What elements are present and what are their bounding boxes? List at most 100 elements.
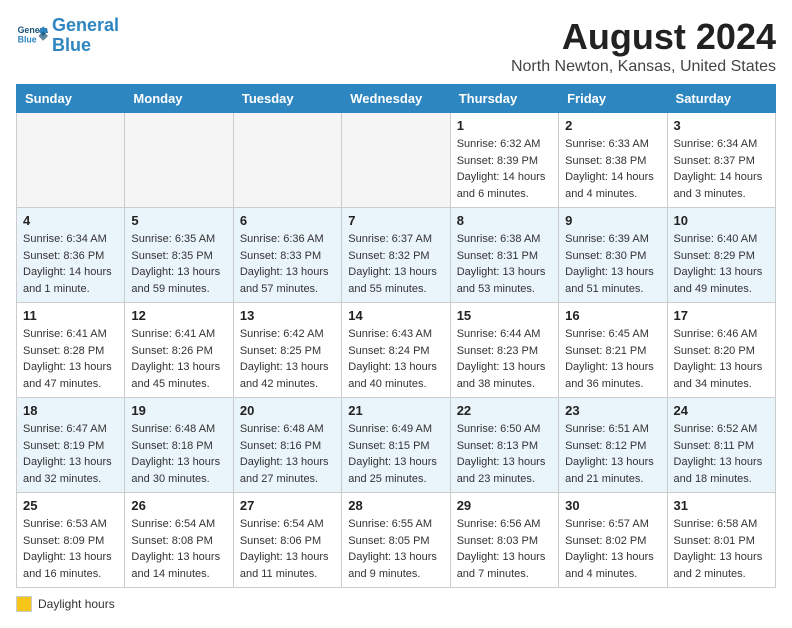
calendar-week-2: 4Sunrise: 6:34 AMSunset: 8:36 PMDaylight… — [17, 208, 776, 303]
day-number: 6 — [240, 213, 335, 228]
calendar-cell — [342, 113, 450, 208]
day-info: Sunrise: 6:37 AMSunset: 8:32 PMDaylight:… — [348, 231, 443, 297]
calendar-cell: 31 Sunrise: 6:58 AMSunset: 8:01 PMDayligh… — [667, 493, 775, 588]
calendar-header-row: SundayMondayTuesdayWednesdayThursdayFrid… — [17, 85, 776, 113]
day-info: Sunrise: 6:49 AMSunset: 8:15 PMDaylight:… — [348, 421, 443, 487]
day-number: 30 — [565, 498, 660, 513]
calendar-cell: 11Sunrise: 6:41 AMSunset: 8:28 PMDayligh… — [17, 303, 125, 398]
day-number: 12 — [131, 308, 226, 323]
calendar-week-1: 1 Sunrise: 6:32 AMSunset: 8:39 PMDaylight… — [17, 113, 776, 208]
day-info: Sunrise: 6:35 AMSunset: 8:35 PMDaylight:… — [131, 231, 226, 297]
day-number: 23 — [565, 403, 660, 418]
calendar-cell: 15 Sunrise: 6:44 AMSunset: 8:23 PMDayligh… — [450, 303, 558, 398]
day-info: Sunrise: 6:56 AMSunset: 8:03 PMDaylight:… — [457, 516, 552, 582]
legend-label: Daylight hours — [38, 597, 115, 611]
calendar-week-3: 11Sunrise: 6:41 AMSunset: 8:28 PMDayligh… — [17, 303, 776, 398]
day-info: Sunrise: 6:48 AMSunset: 8:18 PMDaylight:… — [131, 421, 226, 487]
day-info: Sunrise: 6:41 AMSunset: 8:28 PMDaylight:… — [23, 326, 118, 392]
calendar-cell: 18Sunrise: 6:47 AMSunset: 8:19 PMDayligh… — [17, 398, 125, 493]
svg-text:Blue: Blue — [18, 34, 37, 44]
calendar-cell: 17Sunrise: 6:46 AMSunset: 8:20 PMDayligh… — [667, 303, 775, 398]
day-number: 4 — [23, 213, 118, 228]
calendar-cell: 4Sunrise: 6:34 AMSunset: 8:36 PMDaylight… — [17, 208, 125, 303]
day-number: 13 — [240, 308, 335, 323]
day-info: Sunrise: 6:42 AMSunset: 8:25 PMDaylight:… — [240, 326, 335, 392]
calendar-cell: 10Sunrise: 6:40 AMSunset: 8:29 PMDayligh… — [667, 208, 775, 303]
calendar-cell: 26 Sunrise: 6:54 AMSunset: 8:08 PMDayligh… — [125, 493, 233, 588]
day-number: 29 — [457, 498, 552, 513]
day-info: Sunrise: 6:44 AMSunset: 8:23 PMDaylight:… — [457, 326, 552, 392]
calendar-cell: 13 Sunrise: 6:42 AMSunset: 8:25 PMDayligh… — [233, 303, 341, 398]
location-title: North Newton, Kansas, United States — [511, 58, 776, 76]
calendar-week-5: 25 Sunrise: 6:53 AMSunset: 8:09 PMDayligh… — [17, 493, 776, 588]
day-number: 17 — [674, 308, 769, 323]
calendar-cell: 21 Sunrise: 6:49 AMSunset: 8:15 PMDayligh… — [342, 398, 450, 493]
day-number: 9 — [565, 213, 660, 228]
calendar-cell: 6 Sunrise: 6:36 AMSunset: 8:33 PMDaylight… — [233, 208, 341, 303]
logo-icon: General Blue — [16, 20, 48, 52]
calendar-cell: 27 Sunrise: 6:54 AMSunset: 8:06 PMDayligh… — [233, 493, 341, 588]
day-info: Sunrise: 6:57 AMSunset: 8:02 PMDaylight:… — [565, 516, 660, 582]
day-info: Sunrise: 6:36 AMSunset: 8:33 PMDaylight:… — [240, 231, 335, 297]
day-number: 10 — [674, 213, 769, 228]
month-title: August 2024 — [511, 16, 776, 58]
col-header-thursday: Thursday — [450, 85, 558, 113]
day-number: 31 — [674, 498, 769, 513]
col-header-sunday: Sunday — [17, 85, 125, 113]
day-info: Sunrise: 6:45 AMSunset: 8:21 PMDaylight:… — [565, 326, 660, 392]
day-info: Sunrise: 6:43 AMSunset: 8:24 PMDaylight:… — [348, 326, 443, 392]
day-info: Sunrise: 6:41 AMSunset: 8:26 PMDaylight:… — [131, 326, 226, 392]
day-info: Sunrise: 6:53 AMSunset: 8:09 PMDaylight:… — [23, 516, 118, 582]
day-number: 1 — [457, 118, 552, 133]
day-info: Sunrise: 6:48 AMSunset: 8:16 PMDaylight:… — [240, 421, 335, 487]
calendar-cell: 16 Sunrise: 6:45 AMSunset: 8:21 PMDayligh… — [559, 303, 667, 398]
day-info: Sunrise: 6:58 AMSunset: 8:01 PMDaylight:… — [674, 516, 769, 582]
day-info: Sunrise: 6:55 AMSunset: 8:05 PMDaylight:… — [348, 516, 443, 582]
day-number: 21 — [348, 403, 443, 418]
day-number: 3 — [674, 118, 769, 133]
day-number: 14 — [348, 308, 443, 323]
day-info: Sunrise: 6:51 AMSunset: 8:12 PMDaylight:… — [565, 421, 660, 487]
col-header-tuesday: Tuesday — [233, 85, 341, 113]
day-info: Sunrise: 6:39 AMSunset: 8:30 PMDaylight:… — [565, 231, 660, 297]
calendar-cell: 24Sunrise: 6:52 AMSunset: 8:11 PMDayligh… — [667, 398, 775, 493]
calendar-cell: 7 Sunrise: 6:37 AMSunset: 8:32 PMDaylight… — [342, 208, 450, 303]
day-number: 15 — [457, 308, 552, 323]
title-block: August 2024 North Newton, Kansas, United… — [511, 16, 776, 76]
day-number: 18 — [23, 403, 118, 418]
page-header: General Blue General Blue August 2024 No… — [16, 16, 776, 76]
day-info: Sunrise: 6:38 AMSunset: 8:31 PMDaylight:… — [457, 231, 552, 297]
col-header-wednesday: Wednesday — [342, 85, 450, 113]
day-number: 27 — [240, 498, 335, 513]
day-number: 28 — [348, 498, 443, 513]
col-header-friday: Friday — [559, 85, 667, 113]
day-number: 25 — [23, 498, 118, 513]
calendar-cell: 5 Sunrise: 6:35 AMSunset: 8:35 PMDaylight… — [125, 208, 233, 303]
calendar-cell: 28 Sunrise: 6:55 AMSunset: 8:05 PMDayligh… — [342, 493, 450, 588]
day-info: Sunrise: 6:33 AMSunset: 8:38 PMDaylight:… — [565, 136, 660, 202]
day-number: 26 — [131, 498, 226, 513]
day-info: Sunrise: 6:32 AMSunset: 8:39 PMDaylight:… — [457, 136, 552, 202]
logo-text: General Blue — [52, 16, 119, 56]
calendar-cell: 12 Sunrise: 6:41 AMSunset: 8:26 PMDayligh… — [125, 303, 233, 398]
calendar-cell: 22Sunrise: 6:50 AMSunset: 8:13 PMDayligh… — [450, 398, 558, 493]
day-info: Sunrise: 6:34 AMSunset: 8:37 PMDaylight:… — [674, 136, 769, 202]
calendar-cell — [233, 113, 341, 208]
calendar-cell: 29 Sunrise: 6:56 AMSunset: 8:03 PMDayligh… — [450, 493, 558, 588]
day-number: 8 — [457, 213, 552, 228]
calendar-cell: 25 Sunrise: 6:53 AMSunset: 8:09 PMDayligh… — [17, 493, 125, 588]
calendar-cell — [125, 113, 233, 208]
day-number: 2 — [565, 118, 660, 133]
col-header-monday: Monday — [125, 85, 233, 113]
day-number: 5 — [131, 213, 226, 228]
day-number: 16 — [565, 308, 660, 323]
calendar-cell: 30 Sunrise: 6:57 AMSunset: 8:02 PMDayligh… — [559, 493, 667, 588]
col-header-saturday: Saturday — [667, 85, 775, 113]
day-info: Sunrise: 6:54 AMSunset: 8:08 PMDaylight:… — [131, 516, 226, 582]
day-number: 7 — [348, 213, 443, 228]
calendar-cell: 23 Sunrise: 6:51 AMSunset: 8:12 PMDayligh… — [559, 398, 667, 493]
calendar-cell: 8 Sunrise: 6:38 AMSunset: 8:31 PMDaylight… — [450, 208, 558, 303]
logo: General Blue General Blue — [16, 16, 119, 56]
day-info: Sunrise: 6:54 AMSunset: 8:06 PMDaylight:… — [240, 516, 335, 582]
legend: Daylight hours — [16, 596, 776, 612]
